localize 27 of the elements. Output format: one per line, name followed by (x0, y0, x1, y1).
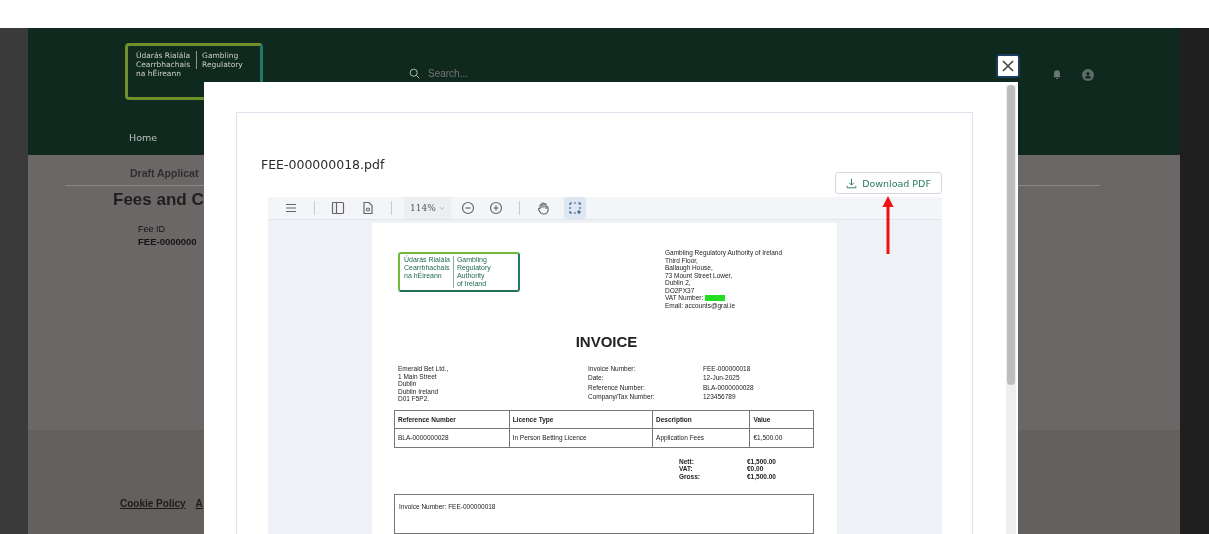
zoom-select[interactable]: 114% (404, 197, 451, 219)
search-field[interactable]: Search... (426, 67, 550, 80)
zoom-out-icon (460, 201, 475, 215)
nav-link[interactable]: Home (129, 132, 158, 143)
user-avatar-icon (1082, 69, 1094, 81)
menu-icon (284, 201, 298, 215)
search-icon (409, 68, 420, 79)
bell-icon (1052, 69, 1062, 80)
zoom-in-icon (488, 201, 503, 215)
close-icon (1001, 59, 1015, 73)
download-icon (846, 177, 858, 189)
arrow (882, 196, 894, 254)
sidebar-icon (331, 201, 345, 215)
invoice-title: INVOICE (574, 333, 639, 351)
download-button[interactable]: Download PDF (835, 172, 942, 194)
close-button[interactable] (996, 54, 1020, 78)
breadcrumb: Draft Applicat (130, 167, 199, 179)
chevron-down-icon (438, 205, 445, 211)
selection-icon (567, 201, 582, 215)
hand-icon (535, 201, 550, 215)
field-label: Fee ID (138, 224, 165, 234)
document-icon (361, 201, 375, 215)
document-title: FEE-000000018.pdf (261, 157, 385, 172)
scrollbar[interactable] (1006, 85, 1016, 534)
page-title: Fees and C (113, 190, 204, 210)
field-value: FEE-0000000 (138, 236, 197, 247)
tool-button[interactable] (563, 197, 586, 219)
